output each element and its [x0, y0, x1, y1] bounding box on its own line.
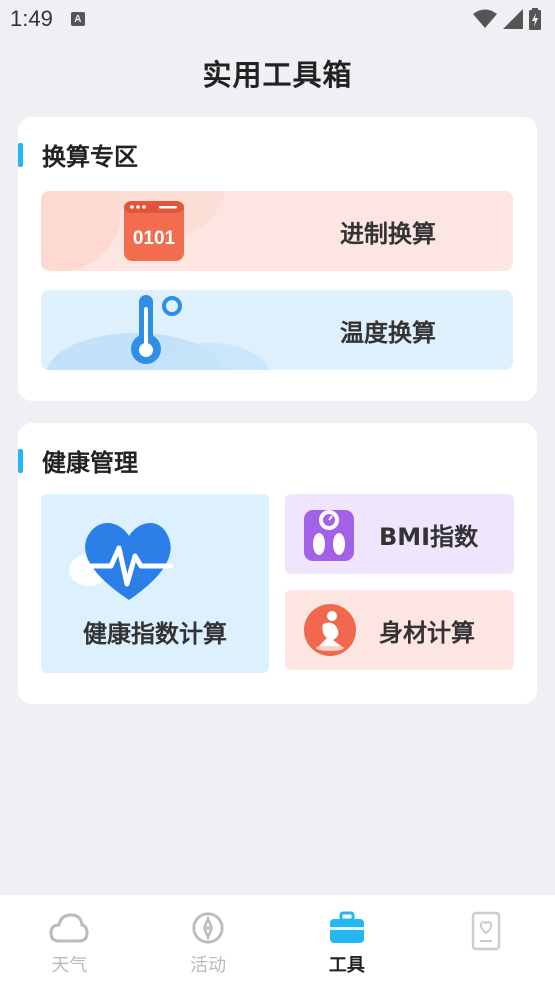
cloud-icon — [49, 913, 89, 943]
nav-item-tools[interactable]: 工具 — [278, 895, 417, 988]
bmi-button[interactable]: BMI指数 — [285, 494, 514, 574]
notification-icon: A — [70, 12, 85, 26]
section-accent-bar — [18, 448, 23, 473]
status-bar: 1:49 A — [0, 0, 555, 38]
section-header: 换算专区 — [18, 137, 138, 172]
section-header: 健康管理 — [18, 443, 138, 478]
temperature-conversion-label: 温度换算 — [340, 318, 436, 347]
scale-icon — [304, 510, 354, 561]
heart-card-icon — [471, 911, 500, 951]
bmi-label: BMI指数 — [379, 522, 479, 551]
section-title: 换算专区 — [42, 143, 138, 171]
body-icon — [304, 604, 356, 656]
bottom-nav: 天气 活动 工具 — [0, 895, 555, 988]
binary-conversion-label: 进制换算 — [340, 219, 436, 248]
nav-label-activity: 活动 — [190, 955, 227, 976]
compass-icon — [192, 912, 224, 944]
nav-item-weather[interactable]: 天气 — [0, 895, 139, 988]
body-calc-label: 身材计算 — [379, 618, 475, 647]
status-time: 1:49 — [10, 6, 53, 31]
section-title: 健康管理 — [42, 449, 138, 477]
nav-label-weather: 天气 — [51, 955, 88, 976]
page-title: 实用工具箱 — [202, 58, 353, 92]
temperature-conversion-button[interactable]: 温度换算 — [41, 290, 513, 370]
thermometer-icon — [131, 295, 182, 364]
health-index-button[interactable]: 健康指数计算 — [41, 494, 269, 673]
conversion-section-card: 换算专区 0101 进制换算 温度换算 — [18, 117, 537, 401]
nav-item-health[interactable] — [416, 895, 555, 988]
body-calc-button[interactable]: 身材计算 — [285, 590, 514, 670]
binary-conversion-button[interactable]: 0101 进制换算 — [41, 191, 513, 271]
battery-icon — [529, 8, 541, 30]
health-index-label: 健康指数计算 — [83, 620, 227, 648]
heart-pulse-icon — [69, 522, 174, 600]
wifi-icon — [473, 9, 497, 28]
toolbox-icon — [329, 911, 364, 943]
nav-label-tools: 工具 — [328, 955, 365, 976]
signal-icon — [503, 9, 523, 29]
nav-item-activity[interactable]: 活动 — [139, 895, 278, 988]
section-accent-bar — [18, 142, 23, 167]
binary-icon: 0101 — [124, 201, 184, 261]
binary-icon-text: 0101 — [133, 228, 176, 249]
health-section-card: 健康管理 健康指数计算 BMI指数 身材计算 — [18, 423, 537, 704]
